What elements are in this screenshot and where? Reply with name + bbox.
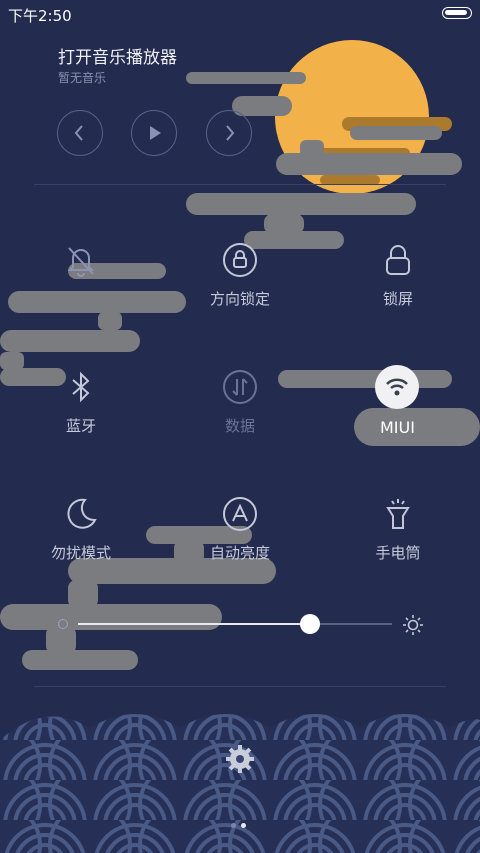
wifi-icon	[386, 378, 408, 396]
brightness-low-icon	[58, 619, 68, 629]
status-bar: 下午2:50	[0, 0, 480, 28]
rotation-lock-icon	[223, 243, 257, 277]
toggle-auto-brightness[interactable]: 自动亮度	[180, 494, 300, 563]
sun-icon	[403, 615, 423, 635]
toggle-auto-brightness-label: 自动亮度	[209, 544, 270, 562]
bluetooth-icon	[72, 371, 90, 403]
bell-off-icon	[67, 247, 95, 277]
toggle-rotation-lock[interactable]: 方向锁定	[180, 240, 300, 309]
music-title[interactable]: 打开音乐播放器	[58, 43, 177, 68]
divider	[34, 184, 446, 185]
divider	[34, 686, 446, 687]
toggle-wifi-label: MIUI	[380, 418, 415, 437]
slider-handle[interactable]	[300, 614, 320, 634]
toggle-bluetooth[interactable]: 蓝牙	[21, 367, 141, 436]
toggle-lock-screen-label: 锁屏	[382, 290, 413, 308]
toggle-flashlight-label: 手电筒	[375, 544, 421, 562]
page-dot	[231, 823, 236, 828]
moon-icon	[67, 498, 97, 529]
data-transfer-icon	[223, 370, 257, 404]
toggle-bluetooth-label: 蓝牙	[65, 417, 96, 435]
wifi-toggle-circle[interactable]	[375, 365, 419, 409]
music-subtitle: 暂无音乐	[58, 71, 107, 85]
status-time: 下午2:50	[8, 7, 72, 25]
toggle-data-label: 数据	[224, 417, 255, 435]
toggle-lock-screen[interactable]: 锁屏	[338, 240, 458, 309]
toggle-data[interactable]: 数据	[180, 367, 300, 436]
flashlight-icon	[386, 499, 410, 529]
battery-icon	[442, 7, 472, 19]
auto-brightness-icon	[223, 497, 257, 531]
slider-fill	[78, 623, 310, 625]
play-button[interactable]	[131, 110, 177, 156]
previous-button[interactable]	[57, 110, 103, 156]
toggle-flashlight[interactable]: 手电筒	[338, 494, 458, 563]
lock-icon	[386, 245, 410, 275]
toggle-dnd-label: 勿扰模式	[50, 544, 111, 562]
play-icon	[150, 126, 161, 140]
settings-gear-icon[interactable]	[224, 743, 256, 775]
page-dot-active	[241, 823, 246, 828]
toggle-rotation-lock-label: 方向锁定	[209, 290, 270, 308]
toggle-dnd[interactable]: 勿扰模式	[21, 494, 141, 563]
next-button[interactable]	[206, 110, 252, 156]
chevron-left-icon	[74, 125, 83, 141]
page-indicator	[231, 813, 251, 832]
toggle-mute[interactable]	[21, 240, 141, 288]
chevron-right-icon	[226, 125, 235, 141]
